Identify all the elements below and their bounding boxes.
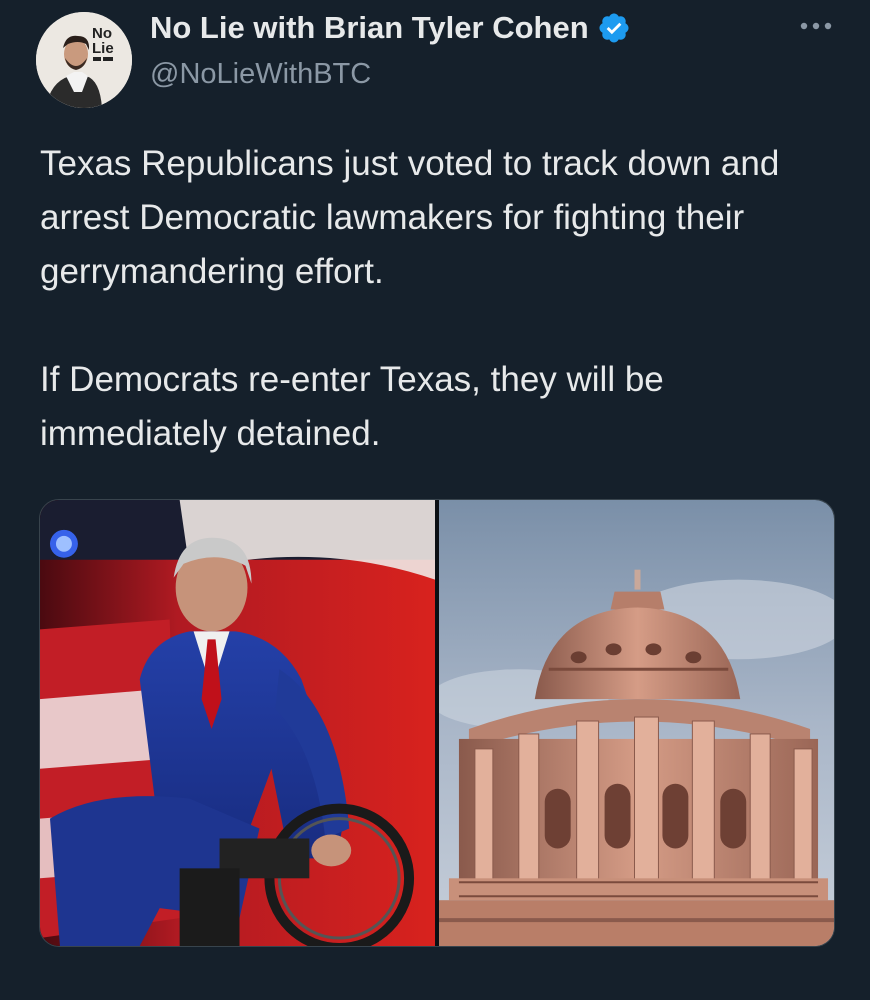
media-grid	[39, 499, 835, 947]
author-name-row[interactable]: No Lie with Brian Tyler Cohen	[150, 10, 631, 46]
more-options-button[interactable]	[796, 14, 836, 38]
tweet-text: Texas Republicans just voted to track do…	[40, 144, 780, 453]
person-in-wheelchair-photo	[40, 500, 435, 946]
texas-capitol-dome-photo	[439, 500, 834, 946]
author-handle[interactable]: @NoLieWithBTC	[150, 58, 371, 91]
author-display-name[interactable]: No Lie with Brian Tyler Cohen	[150, 10, 589, 46]
more-dots-icon	[800, 22, 832, 30]
no-lie-logo: No Lie	[92, 25, 114, 61]
avatar-image: No Lie	[36, 12, 132, 108]
svg-text:Lie: Lie	[92, 40, 114, 57]
media-photo-right[interactable]	[439, 500, 834, 946]
media-photo-left[interactable]	[40, 500, 435, 946]
tweet-card: No Lie No Lie with Brian Tyler Cohen @No…	[0, 0, 870, 1000]
author-avatar[interactable]: No Lie	[36, 12, 132, 108]
verified-badge-icon	[597, 11, 631, 45]
